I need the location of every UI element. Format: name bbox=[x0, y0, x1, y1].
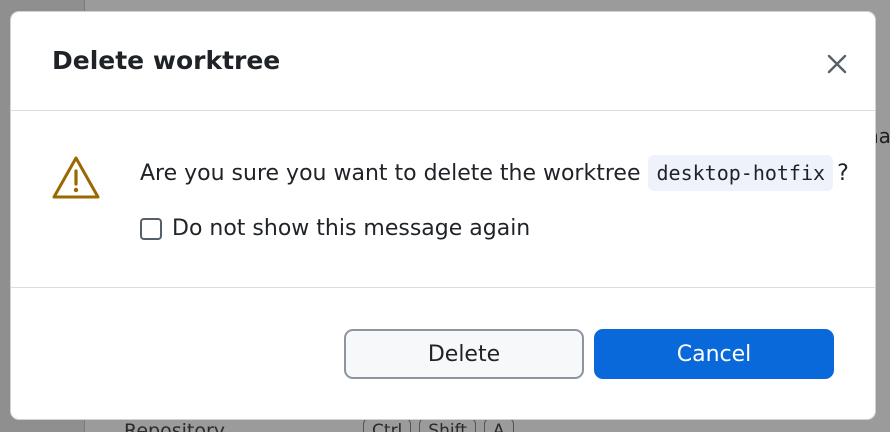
dialog-body: Are you sure you want to delete the work… bbox=[11, 111, 875, 288]
delete-button[interactable]: Delete bbox=[344, 329, 584, 379]
shortcut-key: Ctrl bbox=[363, 418, 412, 432]
cancel-button[interactable]: Cancel bbox=[594, 329, 834, 379]
worktree-name: desktop-hotfix bbox=[648, 155, 834, 191]
dialog-footer: Delete Cancel bbox=[11, 288, 875, 419]
dialog-header: Delete worktree bbox=[11, 12, 875, 111]
shortcut-key: A bbox=[483, 418, 514, 432]
delete-worktree-dialog: Delete worktree Are you sure you want to… bbox=[11, 12, 875, 419]
message-suffix: ? bbox=[837, 160, 849, 186]
checkbox-label: Do not show this message again bbox=[172, 216, 531, 241]
background-shortcut-label: Repository bbox=[124, 420, 226, 432]
do-not-show-again-option[interactable]: Do not show this message again bbox=[140, 216, 530, 241]
close-button[interactable] bbox=[821, 48, 853, 80]
message-text: Are you sure you want to delete the work… bbox=[140, 160, 641, 186]
shortcut-key: Shift bbox=[419, 418, 476, 432]
dialog-title: Delete worktree bbox=[52, 46, 281, 75]
confirmation-message: Are you sure you want to delete the work… bbox=[140, 155, 849, 191]
do-not-show-again-checkbox[interactable] bbox=[140, 217, 162, 240]
warning-icon bbox=[52, 156, 100, 199]
close-icon bbox=[827, 54, 847, 74]
background-shortcut-row: Repository Ctrl Shift A bbox=[124, 418, 514, 432]
